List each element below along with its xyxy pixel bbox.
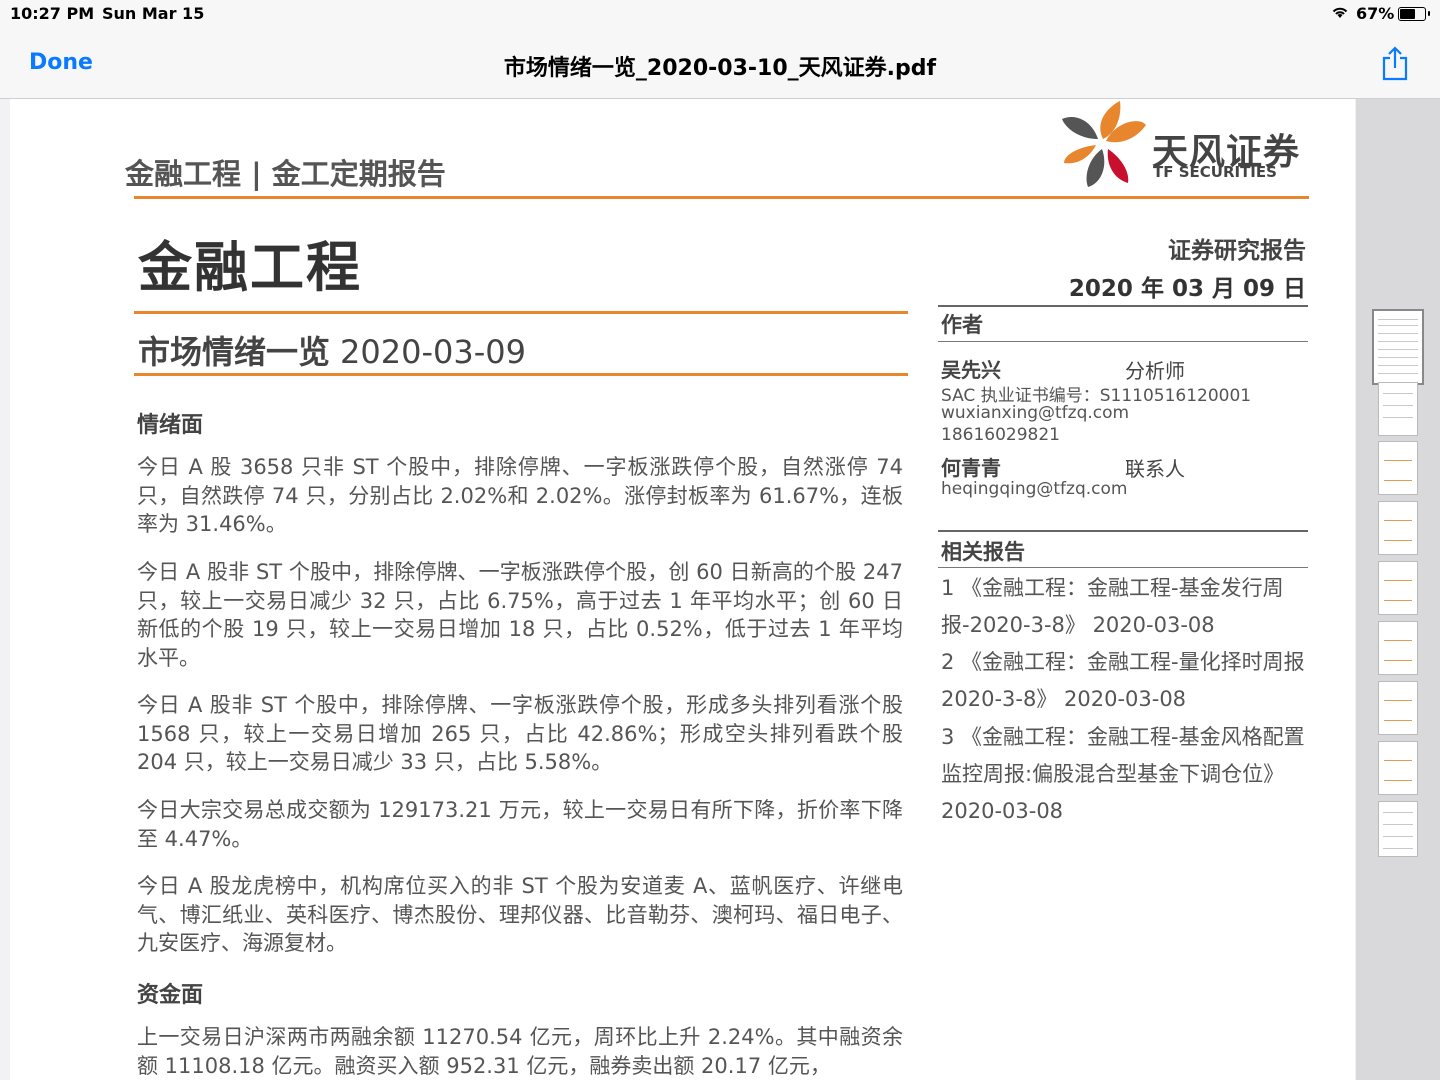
- author-role: 联系人: [1125, 457, 1185, 481]
- subtitle-date: 2020-03-09: [340, 333, 526, 371]
- section-heading: 资金面: [137, 983, 204, 1008]
- main-title: 金融工程: [138, 236, 362, 299]
- status-date: Sun Mar 15: [102, 4, 205, 23]
- related-report-item[interactable]: 1 《金融工程：金融工程-基金发行周报-2020-3-8》 2020-03-08: [941, 570, 1313, 644]
- page-thumbnail[interactable]: [1372, 309, 1424, 385]
- paragraph: 今日大宗交易总成交额为 129173.21 万元，较上一交易日有所下降，折价率下…: [137, 798, 903, 851]
- related-report-item[interactable]: 2 《金融工程：金融工程-量化择时周报 2020-3-8》 2020-03-08: [941, 644, 1313, 718]
- paragraph: 上一交易日沪深两市两融余额 11270.54 亿元，周环比上升 2.24%。其中…: [137, 1025, 903, 1078]
- thumbnail-strip[interactable]: [1356, 99, 1440, 1080]
- related-rule-top: [938, 530, 1308, 532]
- status-time: 10:27 PM: [10, 4, 95, 23]
- nav-bar: 市场情绪一览_2020-03-10_天风证券.pdf Done: [0, 28, 1440, 99]
- battery-fill: [1400, 9, 1415, 19]
- paragraph: 今日 A 股非 ST 个股中，排除停牌、一字板涨跌停个股，创 60 日新高的个股…: [137, 560, 903, 670]
- document-title: 市场情绪一览_2020-03-10_天风证券.pdf: [503, 56, 937, 81]
- authors-rule-top: [938, 305, 1308, 307]
- section-heading: 情绪面: [137, 413, 204, 438]
- page-thumbnail[interactable]: [1378, 741, 1418, 795]
- related-rule-bottom: [938, 567, 1308, 568]
- author-name: 何青青: [941, 456, 1001, 480]
- page-thumbnail[interactable]: [1378, 681, 1418, 735]
- page-thumbnail[interactable]: [1378, 801, 1418, 857]
- share-icon[interactable]: [1378, 44, 1412, 82]
- header-rule: [134, 196, 1309, 199]
- author-role: 分析师: [1125, 359, 1185, 383]
- subtitle: 市场情绪一览 2020-03-09: [138, 327, 526, 373]
- wifi-icon: [1330, 4, 1350, 24]
- title-rule-bottom: [134, 373, 908, 376]
- paragraph: 今日 A 股 3658 只非 ST 个股中，排除停牌、一字板涨跌停个股，自然涨停…: [137, 455, 903, 536]
- author-email[interactable]: heqingqing@tfzq.com: [941, 479, 1127, 499]
- page-thumbnail[interactable]: [1378, 621, 1418, 675]
- author-name: 吴先兴: [941, 358, 1001, 382]
- status-bar: 10:27 PM Sun Mar 15 67%: [0, 0, 1440, 28]
- related-label: 相关报告: [941, 540, 1025, 564]
- battery-percent: 67%: [1356, 4, 1395, 23]
- page-thumbnail[interactable]: [1378, 561, 1418, 615]
- page-thumbnail[interactable]: [1378, 441, 1418, 495]
- related-report-item[interactable]: 3 《金融工程：金融工程-基金风格配置监控周报:偏股混合型基金下调仓位》 202…: [941, 719, 1313, 830]
- author-email[interactable]: wuxianxing@tfzq.com: [941, 403, 1129, 423]
- paragraph: 今日 A 股非 ST 个股中，排除停牌、一字板涨跌停个股，形成多头排列看涨个股 …: [137, 693, 903, 774]
- tf-securities-logo-icon: [1062, 101, 1146, 187]
- authors-label: 作者: [941, 313, 983, 337]
- battery-icon: [1398, 7, 1426, 21]
- authors-rule-bottom: [938, 341, 1308, 342]
- author-phone: 18616029821: [941, 425, 1060, 445]
- battery-nub: [1428, 11, 1430, 16]
- page-thumbnail[interactable]: [1378, 382, 1418, 436]
- title-rule-top: [134, 311, 908, 314]
- logo-text-en: TF SECURITIES: [1153, 163, 1277, 181]
- report-date: 2020 年 03 月 09 日: [1068, 276, 1306, 302]
- done-button[interactable]: Done: [29, 50, 93, 75]
- page-thumbnail[interactable]: [1378, 501, 1418, 555]
- report-type: 证券研究报告: [1168, 238, 1306, 264]
- pdf-page[interactable]: 金融工程 | 金工定期报告 天风证券 TF SECURITIES 金融工程 证券…: [10, 99, 1355, 1080]
- subtitle-text: 市场情绪一览: [138, 333, 331, 371]
- paragraph: 今日 A 股龙虎榜中，机构席位买入的非 ST 个股为安道麦 A、蓝帆医疗、许继电…: [137, 874, 903, 955]
- report-category: 金融工程 | 金工定期报告: [125, 157, 446, 191]
